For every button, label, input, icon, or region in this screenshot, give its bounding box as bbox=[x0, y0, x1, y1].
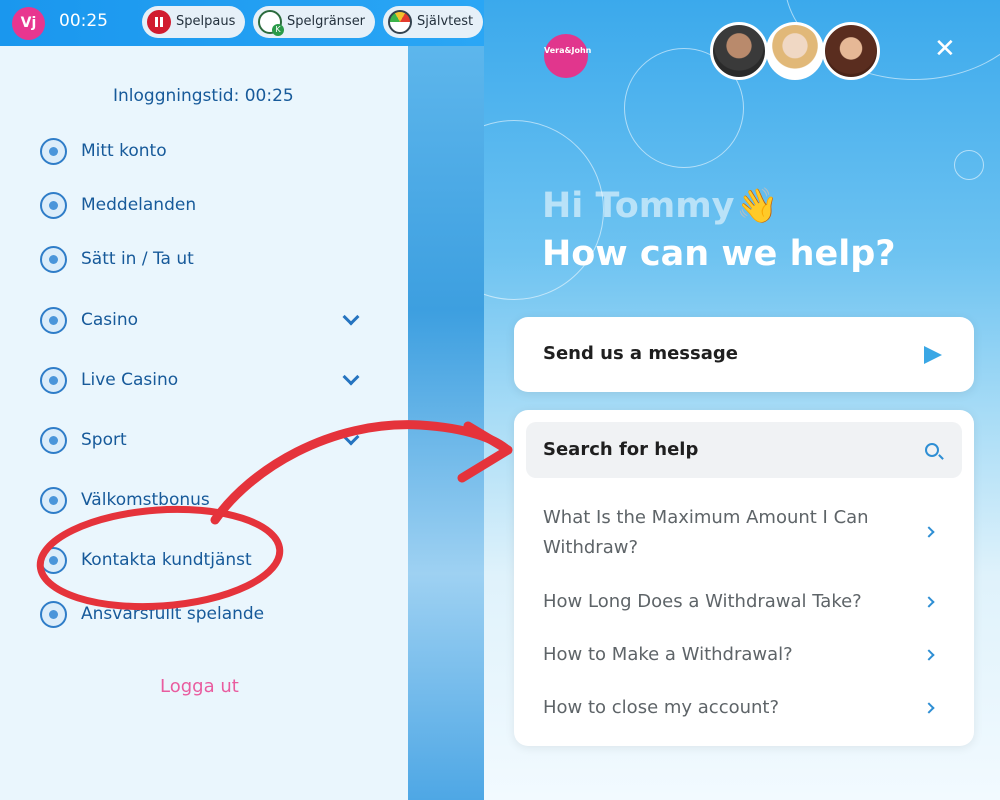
chevron-right-icon bbox=[923, 649, 935, 661]
greeting: Hi Tommy bbox=[542, 186, 735, 226]
vj-logo[interactable]: Vj bbox=[12, 7, 45, 40]
login-time: Inloggningstid: 00:25 bbox=[113, 86, 294, 106]
mail-icon bbox=[40, 191, 67, 219]
handshake-icon bbox=[40, 600, 67, 628]
trophy-icon bbox=[40, 426, 67, 454]
wave-icon: 👋 bbox=[736, 186, 779, 226]
send-icon bbox=[924, 346, 942, 364]
chevron-down-icon[interactable] bbox=[342, 368, 360, 386]
support-icon bbox=[40, 546, 67, 574]
article-link[interactable]: How to close my account? bbox=[543, 693, 903, 723]
background-stripe bbox=[408, 46, 484, 800]
search-label: Search for help bbox=[543, 439, 699, 460]
send-message-label: Send us a message bbox=[543, 343, 738, 364]
headline: How can we help? bbox=[542, 234, 896, 274]
menu-item-kontakta-kundtjanst[interactable]: Kontakta kundtjänst bbox=[40, 545, 252, 575]
spelpaus-button[interactable]: Spelpaus bbox=[142, 6, 246, 38]
menu-item-live-casino[interactable]: Live Casino bbox=[40, 365, 178, 395]
cherry-icon bbox=[40, 306, 67, 334]
bubble-decoration bbox=[954, 150, 984, 180]
spelgranser-button[interactable]: K Spelgränser bbox=[253, 6, 376, 38]
pause-icon bbox=[147, 10, 171, 34]
brand-logo: Vera&John bbox=[544, 34, 591, 78]
menu-item-ansvarsfullt-spelande[interactable]: Ansvarsfullt spelande bbox=[40, 599, 264, 629]
chevron-right-icon bbox=[923, 526, 935, 538]
menu-item-sport[interactable]: Sport bbox=[40, 425, 127, 455]
close-icon[interactable]: ✕ bbox=[934, 34, 956, 64]
side-menu: Inloggningstid: 00:25 Mitt konto Meddela… bbox=[0, 46, 408, 800]
logout-link[interactable]: Logga ut bbox=[160, 676, 239, 697]
user-icon bbox=[40, 137, 67, 165]
coins-icon bbox=[40, 245, 67, 273]
menu-item-meddelanden[interactable]: Meddelanden bbox=[40, 190, 196, 220]
search-icon bbox=[925, 443, 939, 457]
agent-avatar bbox=[710, 22, 768, 80]
top-bar: Vj 00:25 Spelpaus K Spelgränser Självtes… bbox=[0, 0, 484, 46]
chevron-down-icon[interactable] bbox=[342, 428, 360, 446]
send-message-button[interactable]: Send us a message bbox=[514, 317, 974, 392]
gauge-icon bbox=[388, 10, 412, 34]
agent-avatar bbox=[766, 22, 824, 80]
limit-icon: K bbox=[258, 10, 284, 36]
chevron-down-icon[interactable] bbox=[342, 308, 360, 326]
gift-icon bbox=[40, 486, 67, 514]
chevron-right-icon bbox=[923, 596, 935, 608]
spade-icon bbox=[40, 366, 67, 394]
agent-avatar bbox=[822, 22, 880, 80]
help-search-card: Search for help What Is the Maximum Amou… bbox=[514, 410, 974, 746]
sjalvtest-button[interactable]: Självtest bbox=[383, 6, 484, 38]
menu-item-casino[interactable]: Casino bbox=[40, 305, 138, 335]
menu-item-mitt-konto[interactable]: Mitt konto bbox=[40, 136, 167, 166]
menu-item-satt-in-ta-ut[interactable]: Sätt in / Ta ut bbox=[40, 244, 194, 274]
article-link[interactable]: How to Make a Withdrawal? bbox=[543, 640, 903, 670]
article-link[interactable]: How Long Does a Withdrawal Take? bbox=[543, 587, 903, 617]
article-link[interactable]: What Is the Maximum Amount I Can Withdra… bbox=[543, 503, 903, 563]
search-input[interactable]: Search for help bbox=[526, 422, 962, 478]
help-widget: Vera&John ✕ Hi Tommy 👋 How can we help? … bbox=[484, 0, 1000, 800]
session-timer: 00:25 bbox=[59, 11, 108, 31]
menu-item-valkomstbonus[interactable]: Välkomstbonus bbox=[40, 485, 210, 515]
chevron-right-icon bbox=[923, 702, 935, 714]
